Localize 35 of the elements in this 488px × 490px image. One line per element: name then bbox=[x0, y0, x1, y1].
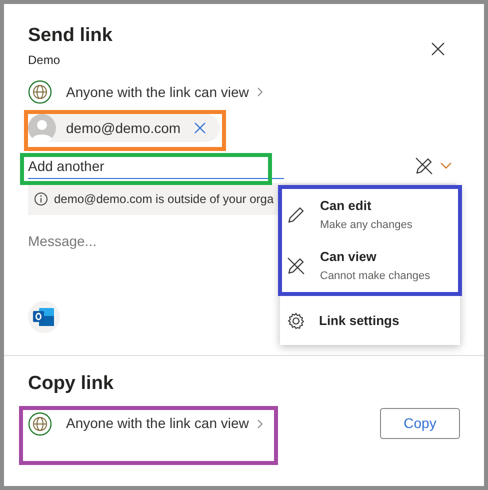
pencil-slash-icon bbox=[286, 256, 306, 276]
info-icon bbox=[34, 192, 48, 206]
dialog-title: Send link bbox=[28, 24, 112, 48]
dialog-subtitle: Demo bbox=[28, 52, 62, 69]
link-scope-button[interactable]: Anyone with the link can view bbox=[28, 410, 263, 436]
menu-item-title: Link settings bbox=[319, 312, 400, 330]
settings-icon bbox=[287, 312, 305, 330]
menu-item[interactable]: Can view Cannot make changes bbox=[280, 240, 460, 291]
avatar-icon bbox=[28, 114, 56, 142]
menu-item-title: Can edit bbox=[320, 196, 372, 214]
globe-icon bbox=[28, 80, 52, 104]
add-recipient-field[interactable]: Add another bbox=[28, 153, 284, 179]
chevron-right-icon bbox=[256, 418, 263, 428]
remove-icon[interactable] bbox=[194, 122, 206, 134]
outlook-button[interactable] bbox=[28, 301, 60, 333]
pencil-icon bbox=[286, 204, 306, 224]
chevron-right-icon bbox=[256, 87, 263, 97]
chevron-down-icon bbox=[440, 162, 452, 170]
close-icon bbox=[431, 42, 445, 56]
copy-button[interactable]: Copy bbox=[380, 408, 460, 439]
menu-item-title: Can view bbox=[320, 248, 378, 266]
menu-item[interactable]: Link settings bbox=[280, 301, 460, 341]
close-button[interactable] bbox=[430, 41, 446, 57]
pencil-slash-icon bbox=[414, 156, 434, 176]
globe-icon bbox=[28, 412, 52, 436]
recipient-chip[interactable]: demo@demo.com bbox=[28, 114, 220, 142]
notice-text: demo@demo.com is outside of your orga bbox=[54, 191, 274, 208]
menu-item-description: Make any changes bbox=[320, 218, 412, 233]
mail-app-icon bbox=[33, 307, 55, 327]
permission-button[interactable] bbox=[414, 156, 452, 176]
section-title: Copy link bbox=[28, 372, 115, 396]
recipient-email: demo@demo.com bbox=[66, 118, 181, 138]
menu-item[interactable]: Can edit Make any changes bbox=[280, 189, 460, 240]
menu-item-description: Cannot make changes bbox=[320, 269, 430, 284]
link-scope-button[interactable]: Anyone with the link can view bbox=[28, 79, 263, 105]
